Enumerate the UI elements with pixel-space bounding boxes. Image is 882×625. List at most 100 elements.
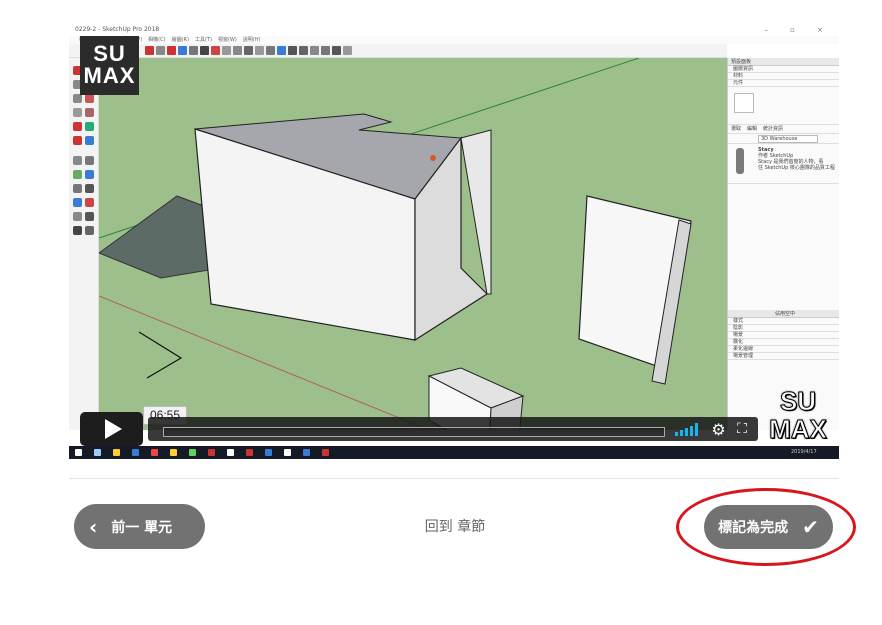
windows-taskbar: 2019/4/17: [69, 446, 839, 459]
drawing-tool-icon[interactable]: [85, 198, 94, 207]
logo-line-2: MAX: [83, 63, 136, 88]
taskbar-app-icon[interactable]: [170, 449, 177, 456]
settings-gear-icon[interactable]: ⚙: [710, 421, 727, 438]
play-button[interactable]: [80, 412, 143, 446]
taskbar-app-icon[interactable]: [322, 449, 329, 456]
tray-section-item[interactable]: 圖層資訊: [728, 66, 839, 73]
taskbar-app-icon[interactable]: [189, 449, 196, 456]
drawing-tool-icon[interactable]: [85, 108, 94, 117]
toolbar-tool-icon[interactable]: [299, 46, 308, 55]
drawing-tool-icon[interactable]: [73, 226, 82, 235]
menu-item[interactable]: 工具(T): [195, 37, 212, 43]
previous-unit-button[interactable]: ‹ 前一 單元: [74, 504, 205, 549]
toolbar-tool-icon[interactable]: [222, 46, 231, 55]
tray-panel-row[interactable]: 場景: [728, 332, 839, 339]
volume-icon[interactable]: [675, 423, 701, 436]
video-player[interactable]: 0229-2 - SketchUp Pro 2018 – ▫ × 檔案(F)編輯…: [69, 24, 839, 459]
toolbar-tool-icon[interactable]: [332, 46, 341, 55]
model-scene: [99, 58, 727, 430]
taskbar-app-icon[interactable]: [227, 449, 234, 456]
fullscreen-icon[interactable]: ⛶: [734, 421, 750, 437]
toolbar-tool-icon[interactable]: [343, 46, 352, 55]
chevron-left-icon: ‹: [89, 514, 98, 539]
taskbar-app-icon[interactable]: [284, 449, 291, 456]
toolbar-tool-icon[interactable]: [266, 46, 275, 55]
taskbar-app-icon[interactable]: [303, 449, 310, 456]
tray-panel-row[interactable]: 樣式: [728, 318, 839, 325]
component-list-item[interactable]: Stacy 作者 SketchUp Stacy 是我們首度的人物，看 住 Ske…: [728, 144, 839, 184]
tray-tab[interactable]: 選取: [731, 125, 741, 133]
toolbar-tool-icon[interactable]: [145, 46, 154, 55]
toolbar-tool-icon[interactable]: [321, 46, 330, 55]
taskbar-app-icon[interactable]: [94, 449, 101, 456]
menu-item[interactable]: 相機(C): [148, 37, 165, 43]
sketchup-menu-bar: 檔案(F)編輯(E)檢視(V)相機(C)繪圖(R)工具(T)視窗(W)說明(H): [69, 36, 839, 44]
taskbar-app-icon[interactable]: [208, 449, 215, 456]
drawing-tool-icon[interactable]: [85, 170, 94, 179]
taskbar-app-icon[interactable]: [132, 449, 139, 456]
tray-section-item[interactable]: 元件: [728, 80, 839, 87]
drawing-tool-icon[interactable]: [85, 226, 94, 235]
tray-tab[interactable]: 編輯: [747, 125, 757, 133]
toolbar-tool-icon[interactable]: [255, 46, 264, 55]
drawing-tool-icon[interactable]: [85, 156, 94, 165]
drawing-tool-icon[interactable]: [73, 94, 82, 103]
play-icon: [105, 419, 122, 439]
drawing-tool-icon[interactable]: [73, 156, 82, 165]
drawing-tool-icon[interactable]: [85, 184, 94, 193]
component-thumbnail: [734, 93, 754, 113]
toolbar-tool-icon[interactable]: [244, 46, 253, 55]
menu-item[interactable]: 說明(H): [243, 37, 261, 43]
toolbar-tool-icon[interactable]: [156, 46, 165, 55]
toolbar-tool-icon[interactable]: [200, 46, 209, 55]
warehouse-search-field[interactable]: 3D Warehouse: [758, 135, 818, 143]
taskbar-app-icon[interactable]: [265, 449, 272, 456]
progress-bar[interactable]: [163, 427, 665, 437]
sketchup-toolbar: [69, 44, 727, 58]
taskbar-clock: 2019/4/17: [791, 449, 817, 455]
drawing-tool-icon[interactable]: [73, 198, 82, 207]
toolbar-tool-icon[interactable]: [233, 46, 242, 55]
tray-section-item[interactable]: 材料: [728, 73, 839, 80]
toolbar-tool-icon[interactable]: [178, 46, 187, 55]
taskbar-app-icon[interactable]: [151, 449, 158, 456]
sumax-watermark: SU MAX: [768, 387, 828, 447]
tray-tab[interactable]: 統計資訊: [763, 125, 783, 133]
drawing-tool-icon[interactable]: [85, 122, 94, 131]
drawing-tool-icon[interactable]: [73, 136, 82, 145]
toolbar-tool-icon[interactable]: [211, 46, 220, 55]
tray-title: 預設面板: [728, 58, 839, 66]
toolbar-tool-icon[interactable]: [189, 46, 198, 55]
watermark-line-2: MAX: [769, 414, 828, 444]
menu-item[interactable]: 繪圖(R): [172, 37, 189, 43]
taskbar-app-icon[interactable]: [113, 449, 120, 456]
drawing-tool-icon[interactable]: [73, 184, 82, 193]
back-to-chapter-link[interactable]: 回到 章節: [410, 516, 500, 538]
component-preview: [728, 87, 839, 125]
toolbar-tool-icon[interactable]: [310, 46, 319, 55]
taskbar-app-icon[interactable]: [246, 449, 253, 456]
drawing-tool-icon[interactable]: [85, 94, 94, 103]
menu-item[interactable]: 視窗(W): [218, 37, 237, 43]
drawing-tool-icon[interactable]: [73, 212, 82, 221]
drawing-tool-icon[interactable]: [73, 108, 82, 117]
tray-panel-row[interactable]: 柔化邊線: [728, 346, 839, 353]
sketchup-left-toolbar: [69, 58, 99, 430]
lower-tray-title: 佔用空中: [728, 310, 839, 318]
toolbar-tool-icon[interactable]: [167, 46, 176, 55]
annotation-circle: [676, 488, 856, 566]
content-divider: [69, 478, 839, 479]
window-title: 0229-2 - SketchUp Pro 2018: [75, 26, 160, 33]
lesson-page: 0229-2 - SketchUp Pro 2018 – ▫ × 檔案(F)編輯…: [0, 0, 882, 625]
toolbar-tool-icon[interactable]: [288, 46, 297, 55]
drawing-tool-icon[interactable]: [85, 212, 94, 221]
sketchup-3d-viewport: [99, 58, 727, 430]
drawing-tool-icon[interactable]: [85, 136, 94, 145]
tray-panel-row[interactable]: 場景管理: [728, 353, 839, 360]
tray-panel-row[interactable]: 陰影: [728, 325, 839, 332]
taskbar-app-icon[interactable]: [75, 449, 82, 456]
drawing-tool-icon[interactable]: [73, 122, 82, 131]
drawing-tool-icon[interactable]: [73, 170, 82, 179]
tray-panel-row[interactable]: 霧化: [728, 339, 839, 346]
toolbar-tool-icon[interactable]: [277, 46, 286, 55]
